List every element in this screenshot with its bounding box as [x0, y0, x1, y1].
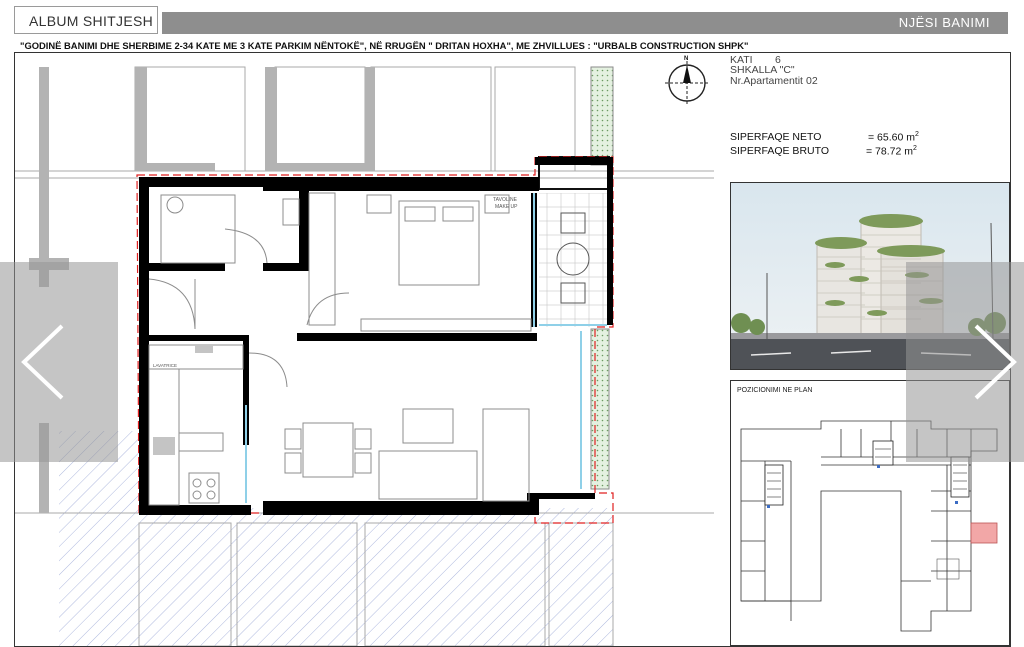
compass-north-letter: N [684, 56, 689, 62]
vanity-label-line1: TAVOLINE [493, 197, 517, 203]
chevron-right-icon [974, 324, 1017, 400]
project-description: "GODINË BANIMI DHE SHERBIME 2-34 KATE ME… [20, 40, 749, 51]
gross-area-value: = 78.72 m2 [866, 145, 917, 158]
next-slide-button[interactable] [906, 262, 1024, 462]
apartment-number-value: 02 [806, 75, 818, 87]
key-plan-title: POZICIONIMI NE PLAN [737, 387, 813, 394]
previous-slide-button[interactable] [0, 262, 118, 462]
album-title: ALBUM SHITJESH [14, 6, 158, 34]
compass-rose-icon [665, 61, 709, 105]
vanity-label-line2: MAKE UP [495, 204, 518, 210]
unit-title-bar: NJËSI BANIMI [162, 12, 1008, 34]
net-area-value: = 65.60 m2 [868, 131, 919, 144]
laundry-label: LAVATRICE [153, 363, 178, 368]
apartment-number-label: Nr.Apartamentit [730, 75, 803, 87]
highlighted-apartment [970, 522, 998, 544]
floor-plan-frame: N TAVOLINE MAKE UP LAVATRICE [14, 52, 716, 647]
gross-area-label: SIPERFAQE BRUTO [730, 145, 829, 157]
floor-plan-drawing [15, 61, 715, 646]
chevron-left-icon [21, 324, 64, 400]
album-sheet: ALBUM SHITJESH NJËSI BANIMI "GODINË BANI… [0, 0, 1024, 647]
net-area-label: SIPERFAQE NETO [730, 131, 822, 143]
